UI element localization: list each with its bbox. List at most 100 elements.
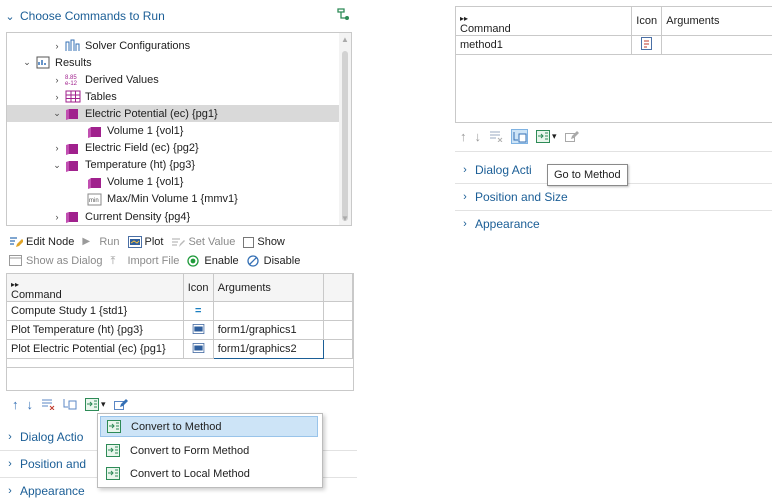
tree-item[interactable]: › Electric Field (ec) {pg2} <box>7 140 339 157</box>
delete-rows-icon[interactable] <box>41 398 55 410</box>
column-header-extra <box>324 274 353 302</box>
checkbox-icon <box>243 237 254 248</box>
tree-item-label: Electric Potential (ec) {pg1} <box>85 108 218 120</box>
section-title: Choose Commands to Run <box>20 9 165 23</box>
edit-argument-icon[interactable] <box>565 130 579 142</box>
menu-item-convert-to-local-method[interactable]: Convert to Local Method <box>100 463 318 484</box>
convert-context-menu: Convert to Method Convert to Form Method… <box>97 413 323 488</box>
left-panel: ⌄ Choose Commands to Run ›Solver Configu… <box>0 0 357 501</box>
table-row[interactable]: method1 <box>456 36 772 55</box>
column-header-icon[interactable]: Icon <box>183 274 213 302</box>
menu-item-convert-to-method[interactable]: Convert to Method <box>100 416 318 437</box>
disable-button[interactable]: Disable <box>247 255 301 267</box>
tree-item[interactable]: ›8.85e-12Derived Values <box>7 71 339 88</box>
move-down-icon[interactable]: ↓ <box>475 129 482 144</box>
convert-method-dropdown[interactable]: ▾ <box>536 130 557 143</box>
command-cell[interactable]: Plot Temperature (ht) {pg3} <box>7 321 184 340</box>
chevron-right-icon: › <box>455 164 475 176</box>
tree-item[interactable]: ⌄ Electric Potential (ec) {pg1} <box>7 105 339 122</box>
section-header-dialog-actions[interactable]: › Dialog Acti <box>455 157 532 183</box>
delete-rows-icon[interactable] <box>489 130 503 142</box>
plot-group-icon <box>63 107 85 120</box>
set-value-button[interactable]: Set Value <box>171 236 235 248</box>
tree-item[interactable]: ›Tables <box>7 88 339 105</box>
expand-chevron-icon[interactable]: › <box>51 75 63 85</box>
arguments-input[interactable]: form1/graphics2 <box>213 340 324 359</box>
section-header-choose-commands[interactable]: ⌄ Choose Commands to Run <box>0 3 165 29</box>
column-header-icon[interactable]: Icon <box>632 7 662 36</box>
maxmin-icon: min <box>85 193 107 206</box>
go-to-method-button[interactable] <box>511 129 528 144</box>
svg-text:e-12: e-12 <box>65 81 78 86</box>
tree-item[interactable]: ⌄Results <box>7 54 339 71</box>
chevron-down-icon: ⌄ <box>0 10 20 23</box>
tree-item[interactable]: ›Solver Configurations <box>7 37 339 54</box>
tree-item[interactable]: ⌄ Temperature (ht) {pg3} <box>7 157 339 174</box>
enable-button[interactable]: Enable <box>187 255 238 267</box>
plot-icon <box>183 321 213 340</box>
tree-scrollbar[interactable]: ▲ ▼ <box>339 33 351 225</box>
expand-chevron-icon[interactable]: › <box>51 212 63 222</box>
section-header-position-size[interactable]: › Position and Size <box>455 184 568 210</box>
go-to-method-icon <box>513 131 527 143</box>
chevron-right-icon: › <box>455 218 475 230</box>
convert-method-dropdown[interactable]: ▾ <box>85 398 106 411</box>
section-header-appearance[interactable]: › Appearance <box>455 211 540 237</box>
edit-node-icon <box>9 236 23 248</box>
edit-node-button[interactable]: Edit Node <box>9 236 74 248</box>
move-down-icon[interactable]: ↓ <box>27 397 34 412</box>
tree-item[interactable]: ›Current Density {pg4} <box>7 208 339 225</box>
command-cell[interactable]: Compute Study 1 {std1} <box>7 302 184 321</box>
column-header-command[interactable]: ▸▸Command <box>456 7 632 36</box>
collapse-chevron-icon[interactable]: ⌄ <box>51 108 63 119</box>
section-header-dialog-actions[interactable]: › Dialog Actio <box>0 424 83 450</box>
arguments-cell[interactable] <box>213 302 324 321</box>
arguments-cell[interactable] <box>662 36 772 55</box>
move-up-icon[interactable]: ↑ <box>12 397 19 412</box>
convert-local-method-icon <box>106 467 120 480</box>
column-header-arguments[interactable]: Arguments <box>213 274 324 302</box>
method-table-toolbar: ↑ ↓ ▾ <box>460 127 579 145</box>
results-tree[interactable]: ›Solver Configurations⌄Results›8.85e-12D… <box>6 32 352 226</box>
show-checkbox[interactable]: Show <box>243 236 285 248</box>
section-header-appearance[interactable]: › Appearance <box>0 478 85 504</box>
compute-icon: = <box>183 302 213 321</box>
chevron-right-icon: › <box>0 458 20 470</box>
edit-argument-icon[interactable] <box>114 398 128 410</box>
arguments-cell[interactable]: form1/graphics1 <box>213 321 324 340</box>
table-row[interactable]: Compute Study 1 {std1} = <box>7 302 353 321</box>
plot-button[interactable]: Plot <box>128 236 164 248</box>
method-table: ▸▸Command Icon Arguments method1 <box>455 6 772 55</box>
command-cell[interactable]: Plot Electric Potential (ec) {pg1} <box>7 340 184 359</box>
table-row[interactable]: Plot Electric Potential (ec) {pg1} form1… <box>7 340 353 359</box>
dropdown-arrow-icon: ▾ <box>552 131 557 142</box>
import-arrow-icon: ⤒ <box>110 255 124 267</box>
table-row[interactable]: Plot Temperature (ht) {pg3} form1/graphi… <box>7 321 353 340</box>
column-header-command[interactable]: ▸▸Command <box>7 274 184 302</box>
run-button[interactable]: ▶ Run <box>82 236 119 248</box>
column-header-arguments[interactable]: Arguments <box>662 7 772 36</box>
expand-chevron-icon[interactable]: › <box>51 92 63 102</box>
collapse-chevron-icon[interactable]: ⌄ <box>51 160 63 171</box>
expand-chevron-icon[interactable]: › <box>51 143 63 153</box>
pin-tree-icon[interactable] <box>335 6 351 22</box>
plot-icon <box>183 340 213 359</box>
menu-item-convert-to-form-method[interactable]: Convert to Form Method <box>100 440 318 461</box>
tree-item-label: Volume 1 {vol1} <box>107 125 183 137</box>
tree-item[interactable]: Volume 1 {vol1} <box>7 174 339 191</box>
move-up-icon[interactable]: ↑ <box>460 129 467 144</box>
collapse-chevron-icon[interactable]: ⌄ <box>21 57 33 68</box>
tree-item-label: Temperature (ht) {pg3} <box>85 159 195 171</box>
show-as-dialog-button[interactable]: Show as Dialog <box>9 255 102 267</box>
dialog-icon <box>9 255 23 267</box>
section-header-position-size[interactable]: › Position and <box>0 451 86 477</box>
tree-item-label: Electric Field (ec) {pg2} <box>85 142 199 154</box>
go-to-method-icon[interactable] <box>63 398 77 410</box>
plot-icon <box>128 236 142 248</box>
expand-chevron-icon[interactable]: › <box>51 41 63 51</box>
command-cell[interactable]: method1 <box>456 36 632 55</box>
results-icon <box>33 56 55 69</box>
tree-item[interactable]: Volume 1 {vol1} <box>7 123 339 140</box>
tree-item[interactable]: minMax/Min Volume 1 {mmv1} <box>7 191 339 208</box>
import-file-button[interactable]: ⤒ Import File <box>110 255 179 267</box>
